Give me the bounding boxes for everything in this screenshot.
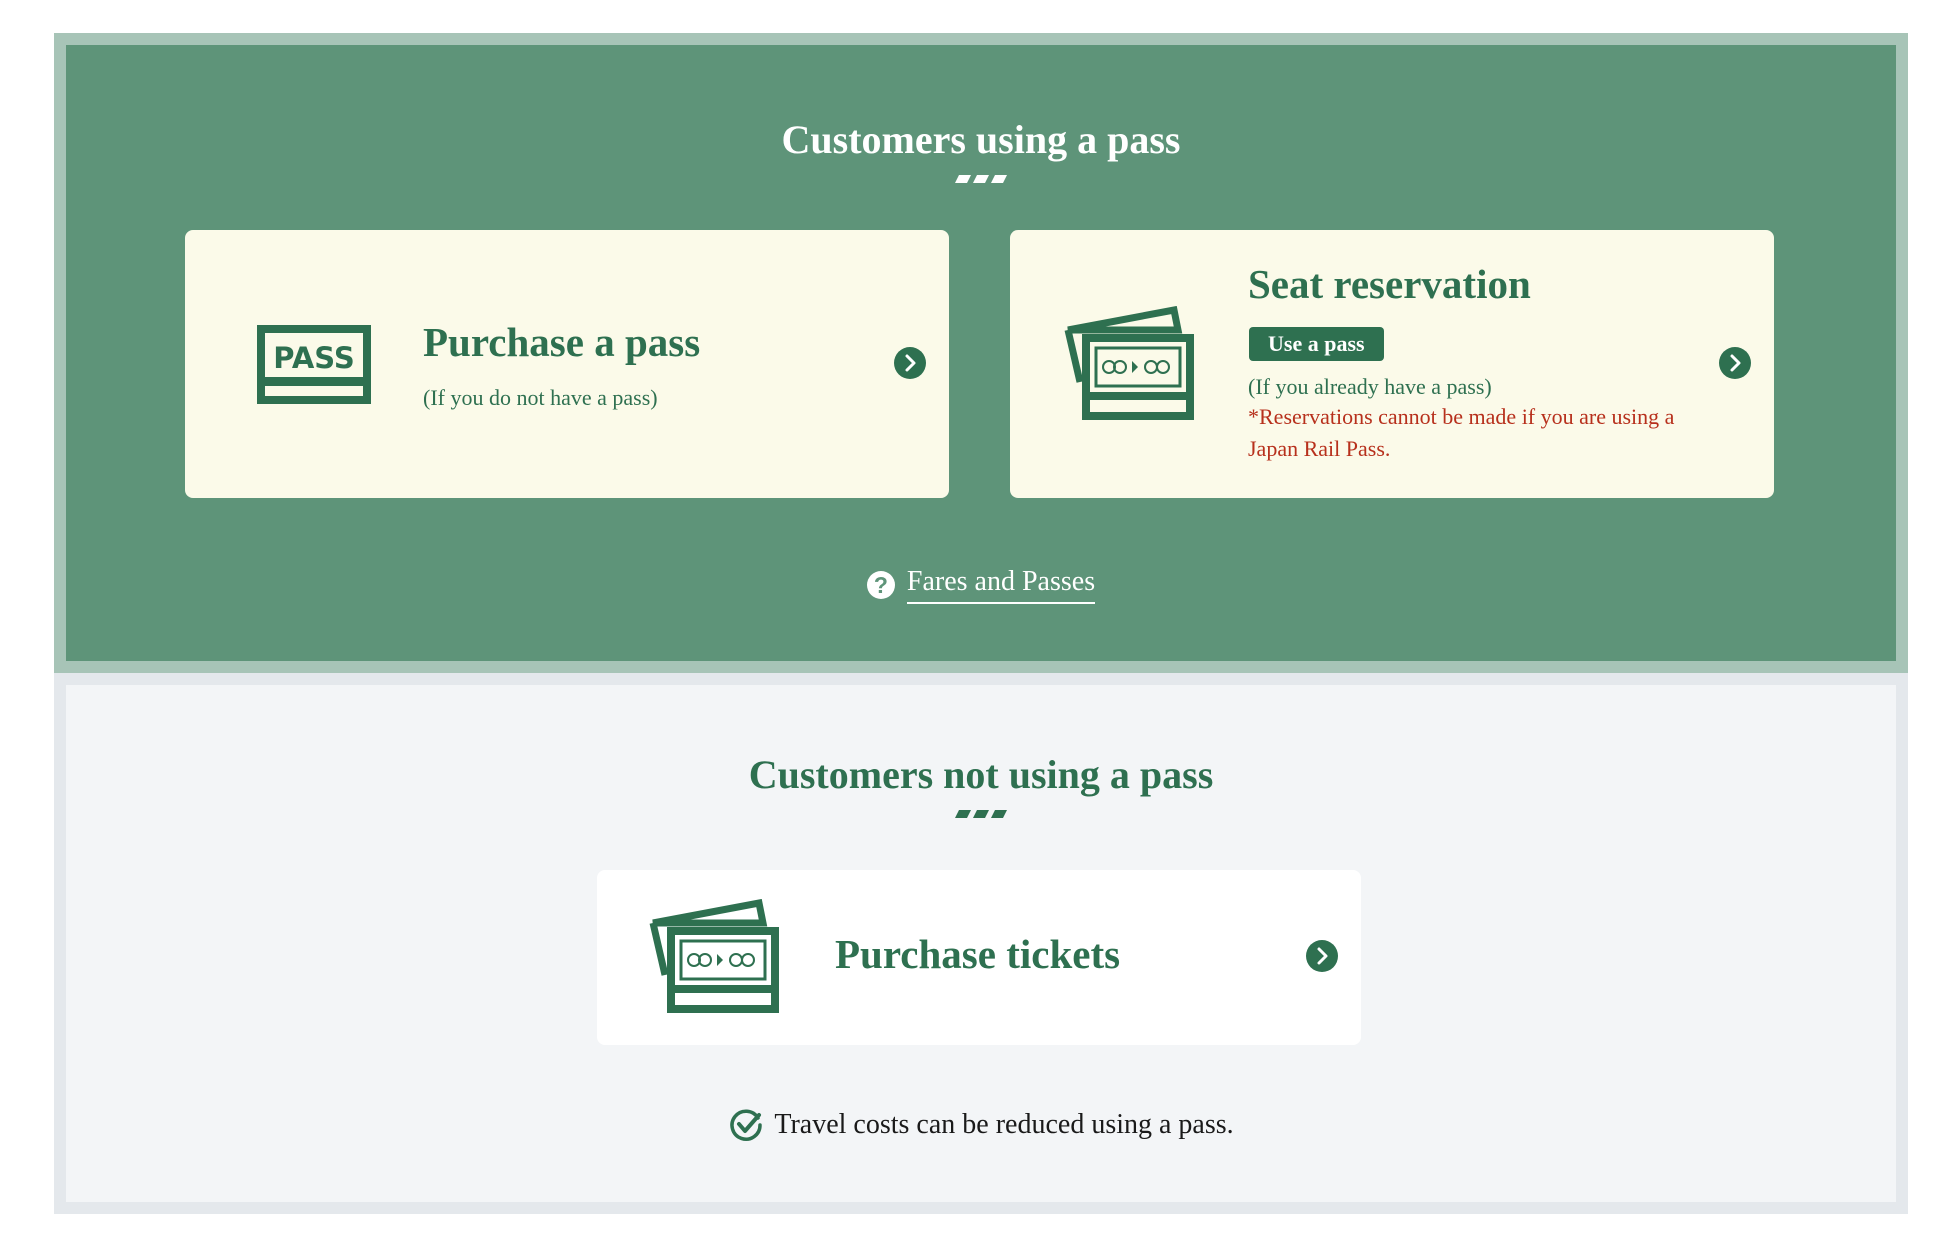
check-circle-icon <box>730 1109 763 1141</box>
purchase-pass-card[interactable]: PASS Purchase a pass (If you do not have… <box>185 230 949 498</box>
chevron-right-icon[interactable] <box>1719 347 1751 379</box>
chevron-right-icon[interactable] <box>1306 940 1338 972</box>
savings-note-text: Travel costs can be reduced using a pass… <box>774 1109 1234 1140</box>
decorative-dashes <box>955 175 1007 183</box>
purchase-pass-title: Purchase a pass <box>423 319 701 365</box>
purchase-pass-subtitle: (If you do not have a pass) <box>423 385 658 410</box>
pass-section: Customers using a pass PASS Purchase a p… <box>54 33 1908 673</box>
seat-reservation-title: Seat reservation <box>1248 261 1531 307</box>
ticket-icon <box>649 899 779 1013</box>
purchase-tickets-card[interactable]: Purchase tickets <box>597 870 1361 1045</box>
seat-reservation-card[interactable]: Seat reservation Use a pass (If you alre… <box>1010 230 1774 498</box>
pass-section-title: Customers using a pass <box>781 117 1181 162</box>
fares-passes-link-row: ? Fares and Passes <box>66 566 1896 604</box>
pass-card-icon: PASS <box>257 325 371 404</box>
chevron-right-icon[interactable] <box>894 347 926 379</box>
savings-note: Travel costs can be reduced using a pass… <box>66 1107 1896 1143</box>
no-pass-section: Customers not using a pass Purchase tick… <box>54 673 1908 1214</box>
svg-text:PASS: PASS <box>273 341 355 375</box>
question-icon: ? <box>866 571 895 599</box>
fares-passes-link[interactable]: Fares and Passes <box>906 566 1096 604</box>
purchase-tickets-title: Purchase tickets <box>835 931 1121 977</box>
decorative-dashes <box>955 810 1007 818</box>
use-pass-badge: Use a pass <box>1249 327 1384 361</box>
jr-pass-warning: *Reservations cannot be made if you are … <box>1248 404 1675 461</box>
ticket-icon <box>1064 306 1194 420</box>
no-pass-section-title: Customers not using a pass <box>748 752 1214 797</box>
seat-reservation-subtitle: (If you already have a pass) <box>1248 374 1492 399</box>
